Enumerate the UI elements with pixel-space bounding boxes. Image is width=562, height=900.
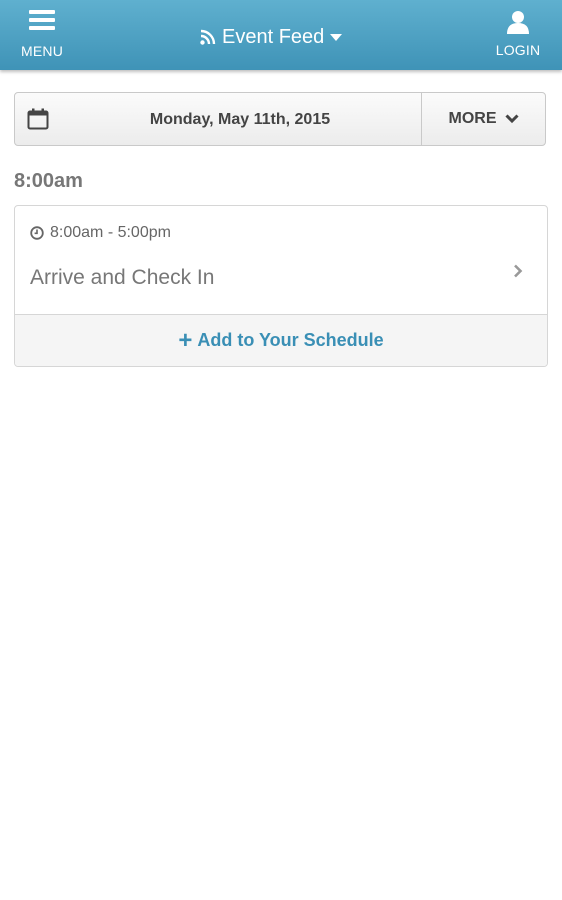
menu-button[interactable]: MENU [18,10,66,62]
login-label: LOGIN [495,42,541,58]
clock-icon [30,226,44,240]
rss-icon [200,29,216,45]
calendar-icon[interactable] [27,108,49,130]
plus-icon: + [178,326,193,354]
session-time-range: 8:00am - 5:00pm [50,224,171,241]
login-button[interactable]: LOGIN [492,10,544,62]
selected-date[interactable]: Monday, May 11th, 2015 [55,111,425,129]
chevron-right-icon [514,264,523,278]
session-time: 8:00am - 5:00pm [30,224,171,242]
time-slot-heading: 8:00am [14,170,83,192]
caret-down-icon [330,33,343,41]
user-icon [507,11,529,34]
feed-title: Event Feed [222,25,325,48]
more-label: MORE [448,110,497,127]
session-card: 8:00am - 5:00pm Arrive and Check In + Ad… [14,205,548,367]
chevron-down-icon [504,114,519,124]
session-title: Arrive and Check In [30,266,215,289]
hamburger-icon [29,10,55,30]
add-to-schedule-button[interactable]: + Add to Your Schedule [15,314,547,366]
menu-label: MENU [20,43,64,59]
add-to-schedule-label: Add to Your Schedule [197,330,384,350]
session-item[interactable]: 8:00am - 5:00pm Arrive and Check In [15,206,547,314]
top-bar: MENU Event Feed LOGIN [0,0,562,70]
event-feed-dropdown[interactable]: Event Feed [200,24,343,50]
more-button[interactable]: MORE [421,93,545,145]
date-bar: Monday, May 11th, 2015 MORE [14,92,546,146]
